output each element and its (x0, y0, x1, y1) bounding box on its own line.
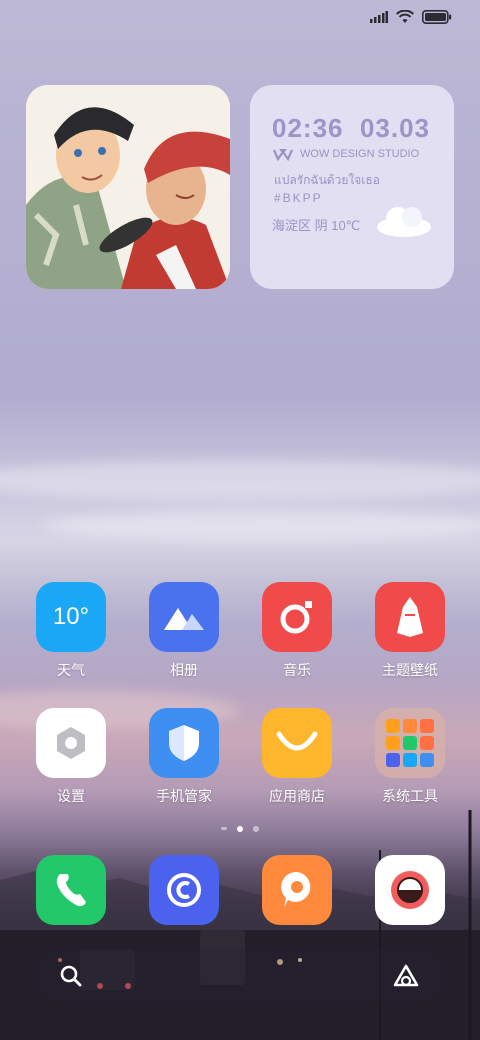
page-dot-2 (253, 826, 259, 832)
app-weather[interactable]: 10° 天气 (21, 582, 121, 680)
illustration-image (26, 85, 230, 289)
app-themes[interactable]: 主题壁纸 (360, 582, 460, 680)
music-icon (262, 582, 332, 652)
app-store[interactable]: 应用商店 (247, 708, 347, 806)
security-icon (149, 708, 219, 778)
app-store-icon (262, 708, 332, 778)
weather-text: 海淀区 阴 10℃ (272, 218, 361, 233)
app-gallery[interactable]: 相册 (134, 582, 234, 680)
dock-browser[interactable] (134, 855, 234, 925)
photo-widget[interactable] (26, 85, 230, 289)
gallery-icon (149, 582, 219, 652)
info-widget[interactable]: 02:36 03.03 WOW DESIGN STUDIO แปลรักฉันด… (250, 85, 454, 289)
search-bar[interactable] (38, 948, 442, 1002)
hashtag: #BKPP (274, 191, 323, 205)
app-folder-tools[interactable]: 系统工具 (360, 708, 460, 806)
app-music[interactable]: 音乐 (247, 582, 347, 680)
app-security[interactable]: 手机管家 (134, 708, 234, 806)
page-dot-1 (237, 826, 243, 832)
dock-camera[interactable] (360, 855, 460, 925)
dock-messages[interactable] (247, 855, 347, 925)
weather-icon: 10° (36, 582, 106, 652)
wow-logo-icon (272, 149, 294, 161)
phone-icon (36, 855, 106, 925)
status-bar (370, 10, 452, 24)
messages-icon (262, 855, 332, 925)
wallpaper-city (0, 810, 480, 1040)
camera-icon (375, 855, 445, 925)
folder-icon (375, 708, 445, 778)
cloud-icon (377, 207, 431, 237)
settings-icon (36, 708, 106, 778)
thai-text: แปลรักฉันด้วยใจเธอ (274, 173, 380, 187)
wifi-icon (396, 10, 414, 23)
page-indicator-search (221, 827, 227, 830)
browser-icon (149, 855, 219, 925)
app-settings[interactable]: 设置 (21, 708, 121, 806)
search-icon[interactable] (60, 965, 82, 987)
widget-time: 02:36 03.03 (272, 113, 431, 143)
studio-label: WOW DESIGN STUDIO (272, 147, 419, 161)
battery-icon (422, 10, 452, 24)
dock-phone[interactable] (21, 855, 121, 925)
themes-icon (375, 582, 445, 652)
signal-icon (370, 11, 388, 23)
assistant-icon[interactable] (392, 963, 420, 989)
page-indicator (0, 826, 480, 832)
